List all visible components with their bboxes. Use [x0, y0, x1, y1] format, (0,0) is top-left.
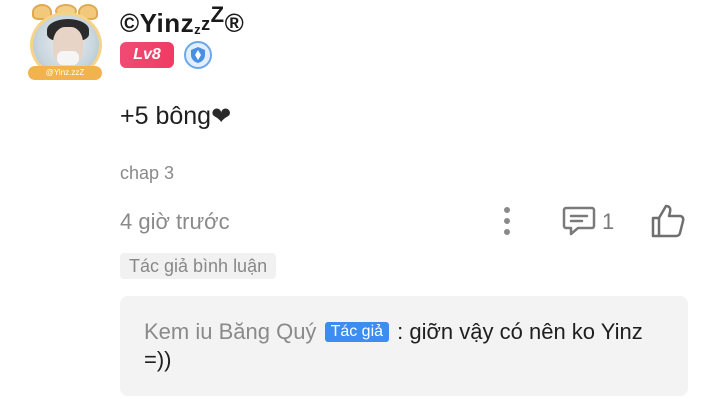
username-reg: ®: [224, 8, 245, 38]
comment-body: +5 bông: [120, 102, 212, 130]
comment-icon[interactable]: [562, 205, 596, 237]
reply-count: 1: [602, 209, 615, 234]
avatar-tag: @Yinz.zzZ: [28, 66, 102, 80]
reply-preview[interactable]: Kem iu Băng Quý Tác giả : giỡn vậy có nê…: [120, 296, 688, 396]
heart-icon: ❤: [211, 103, 232, 130]
shield-badge-icon: [184, 41, 212, 69]
avatar[interactable]: @Yinz.zzZ: [22, 4, 108, 86]
comment-time: 4 giờ trước: [120, 209, 230, 234]
level-badge: Lv8: [120, 42, 174, 68]
username-main: ©Yinz: [120, 8, 195, 38]
author-badge: Tác giả: [324, 322, 390, 342]
author-commented-chip: Tác giả bình luận: [120, 253, 277, 279]
username[interactable]: ©YinzzzZ®: [120, 2, 244, 39]
avatar-mask: [57, 51, 79, 65]
comment-text: +5 bông❤: [120, 102, 231, 131]
username-mid: z: [201, 14, 211, 34]
more-vertical-icon[interactable]: [498, 205, 516, 237]
chapter-label[interactable]: chap 3: [120, 163, 174, 184]
thumbs-up-icon[interactable]: [650, 203, 686, 239]
reply-author-name[interactable]: Kem iu Băng Quý: [144, 319, 316, 344]
username-sup: Z: [210, 2, 225, 27]
